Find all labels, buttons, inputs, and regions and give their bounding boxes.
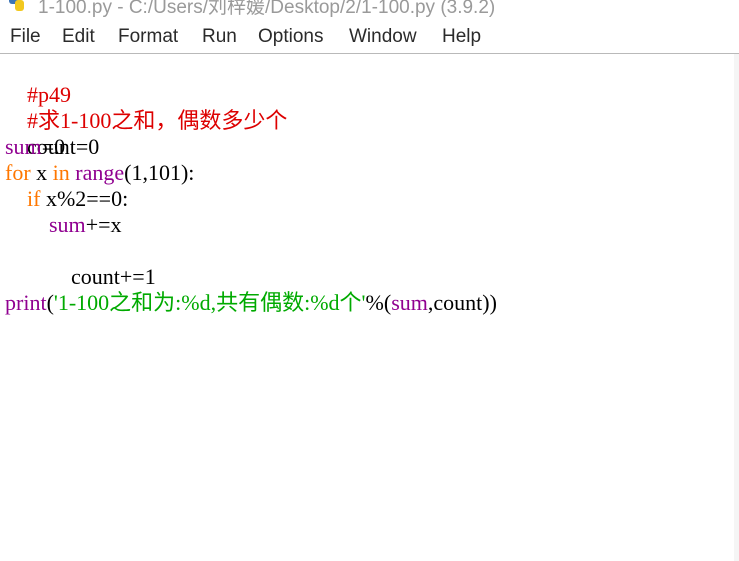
code-line-3: count=0 — [5, 108, 99, 159]
code-line-5: for x in range(1,101): — [5, 160, 194, 186]
menu-format[interactable]: Format — [118, 26, 178, 48]
code-token: %( — [365, 290, 392, 315]
keyword-token: for — [5, 160, 31, 185]
builtin-token: sum — [391, 290, 428, 315]
keyword-token: in — [52, 160, 70, 185]
code-token: =0 — [41, 134, 66, 159]
menu-options[interactable]: Options — [258, 26, 323, 48]
menu-help[interactable]: Help — [442, 26, 481, 48]
code-token: ( — [46, 290, 54, 315]
menu-bar: File Edit Format Run Options Window Help — [0, 22, 739, 54]
python-icon — [9, 0, 24, 11]
code-line-2: #求1-100之和，偶数多少个 — [5, 82, 287, 133]
code-editor[interactable]: #p49 #求1-100之和，偶数多少个 count=0 sum=0 for x… — [0, 54, 739, 561]
indent-token — [5, 212, 49, 237]
string-token: '1-100之和为:%d,共有偶数:%d个' — [53, 290, 366, 315]
code-line-6: if x%2==0: — [5, 186, 128, 212]
code-line-7: sum+=x — [5, 212, 122, 238]
code-token: x — [30, 160, 53, 185]
menu-run[interactable]: Run — [202, 26, 237, 48]
vertical-scrollbar[interactable] — [734, 54, 739, 561]
window-title: 1-100.py - C:/Users/刘梓媛/Desktop/2/1-100.… — [38, 0, 496, 18]
code-token: +=x — [85, 212, 122, 237]
builtin-token: sum — [5, 134, 42, 159]
code-token: ,count)) — [427, 290, 497, 315]
code-token: count+=1 — [27, 264, 156, 289]
keyword-token: if — [27, 186, 41, 211]
code-line-4: sum=0 — [5, 134, 65, 160]
builtin-token: print — [5, 290, 47, 315]
code-line-10: print('1-100之和为:%d,共有偶数:%d个'%(sum,count)… — [5, 290, 497, 316]
code-line-1: #p49 — [5, 56, 71, 107]
code-line-8: count+=1 — [5, 238, 156, 289]
builtin-token: sum — [49, 212, 86, 237]
indent-token — [5, 186, 27, 211]
builtin-token: range — [75, 160, 125, 185]
title-bar: 1-100.py - C:/Users/刘梓媛/Desktop/2/1-100.… — [0, 0, 739, 20]
code-token: x%2==0: — [40, 186, 129, 211]
menu-edit[interactable]: Edit — [62, 26, 95, 48]
menu-file[interactable]: File — [10, 26, 41, 48]
code-token: (1,101): — [124, 160, 195, 185]
menu-window[interactable]: Window — [349, 26, 417, 48]
